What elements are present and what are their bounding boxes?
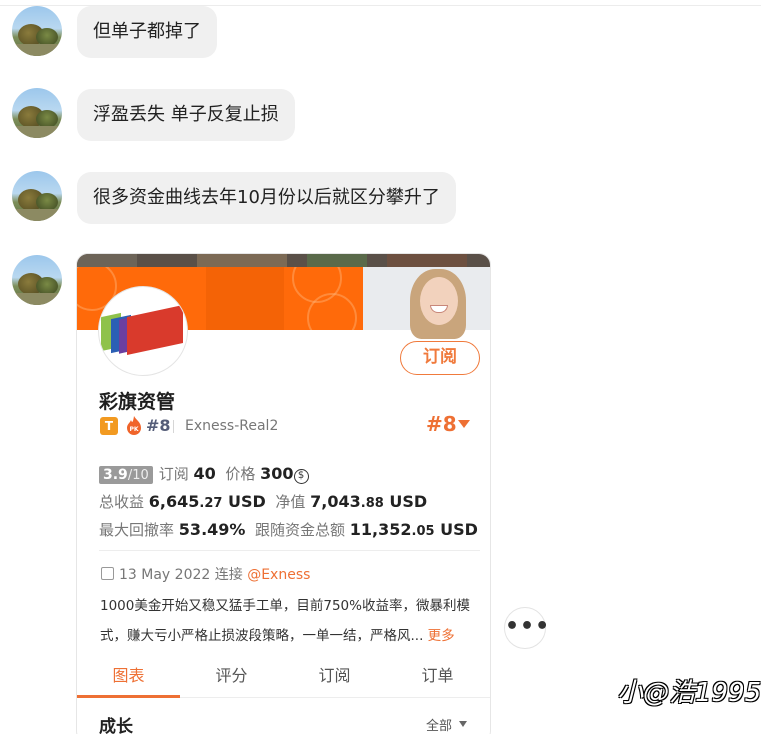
more-link[interactable]: 更多 — [428, 628, 455, 644]
connection-info: 13 May 2022 连接 @Exness — [101, 564, 310, 584]
stats-row-1: 3.9/10 订阅 40 价格 300 $ — [99, 463, 309, 484]
sender-avatar[interactable] — [12, 171, 62, 221]
active-tab-indicator — [77, 695, 180, 698]
net-value: 7,043.88 USD — [310, 492, 428, 511]
fire-pk-icon: PK — [127, 416, 141, 435]
trader-badge: T — [100, 417, 118, 435]
follow-total: 11,352.05 USD — [349, 520, 478, 539]
sender-avatar[interactable] — [12, 255, 62, 305]
range-selector[interactable]: 全部 — [426, 715, 452, 734]
coin-icon: $ — [293, 469, 309, 484]
rank-selector[interactable]: #8 — [426, 412, 457, 436]
watermark: 小@浩1995 — [617, 678, 761, 708]
tab-chart[interactable]: 图表 — [77, 658, 180, 698]
svg-text:PK: PK — [129, 426, 138, 433]
banner-photo — [363, 267, 490, 339]
stats-row-2: 总收益 6,645.27 USD 净值 7,043.88 USD — [99, 492, 428, 511]
score-badge: 3.9/10 — [99, 466, 153, 484]
price-value: 300 — [260, 464, 294, 483]
tab-orders[interactable]: 订单 — [386, 658, 489, 698]
more-options-button[interactable]: ••• — [504, 607, 549, 649]
account-name: Exness-Real2 — [185, 418, 279, 434]
strategy-name: 彩旗资管 — [99, 391, 176, 413]
growth-title: 成长 — [99, 717, 133, 734]
strategy-description: 1000美金开始又稳又猛手工单，目前750%收益率，微暴利模 式，赚大亏小严格止… — [100, 598, 470, 644]
subscribe-button[interactable]: 订阅 — [400, 341, 480, 375]
sender-avatar[interactable] — [12, 6, 62, 56]
rank-label: #8 — [146, 416, 171, 435]
strategy-logo — [98, 286, 188, 376]
card-tabs: 图表 评分 订阅 订单 — [77, 658, 490, 698]
broker-link[interactable]: @Exness — [247, 567, 310, 583]
message-bubble[interactable]: 但单子都掉了 — [77, 6, 217, 58]
subscriber-count: 40 — [193, 464, 216, 483]
divider — [173, 420, 174, 433]
chat-page: 但单子都掉了 浮盈丢失 单子反复止损 很多资金曲线去年10月份以后就区分攀升了 — [0, 0, 761, 734]
max-drawdown: 53.49% — [178, 520, 246, 539]
caret-down-icon[interactable] — [459, 721, 467, 727]
sender-avatar[interactable] — [12, 88, 62, 138]
calendar-icon — [101, 567, 114, 580]
message-bubble[interactable]: 浮盈丢失 单子反复止损 — [77, 89, 295, 141]
strategy-card[interactable]: 订阅 彩旗资管 T PK #8 Exness-Real2 #8 3.9/10 订阅… — [76, 253, 491, 734]
total-profit: 6,645.27 USD — [148, 492, 266, 511]
stats-row-3: 最大回撤率 53.49% 跟随资金总额 11,352.05 USD — [99, 520, 478, 539]
caret-down-icon[interactable] — [458, 420, 470, 428]
tab-subscription[interactable]: 订阅 — [283, 658, 386, 698]
divider — [99, 550, 480, 551]
tab-rating[interactable]: 评分 — [180, 658, 283, 698]
message-bubble[interactable]: 很多资金曲线去年10月份以后就区分攀升了 — [77, 172, 456, 224]
